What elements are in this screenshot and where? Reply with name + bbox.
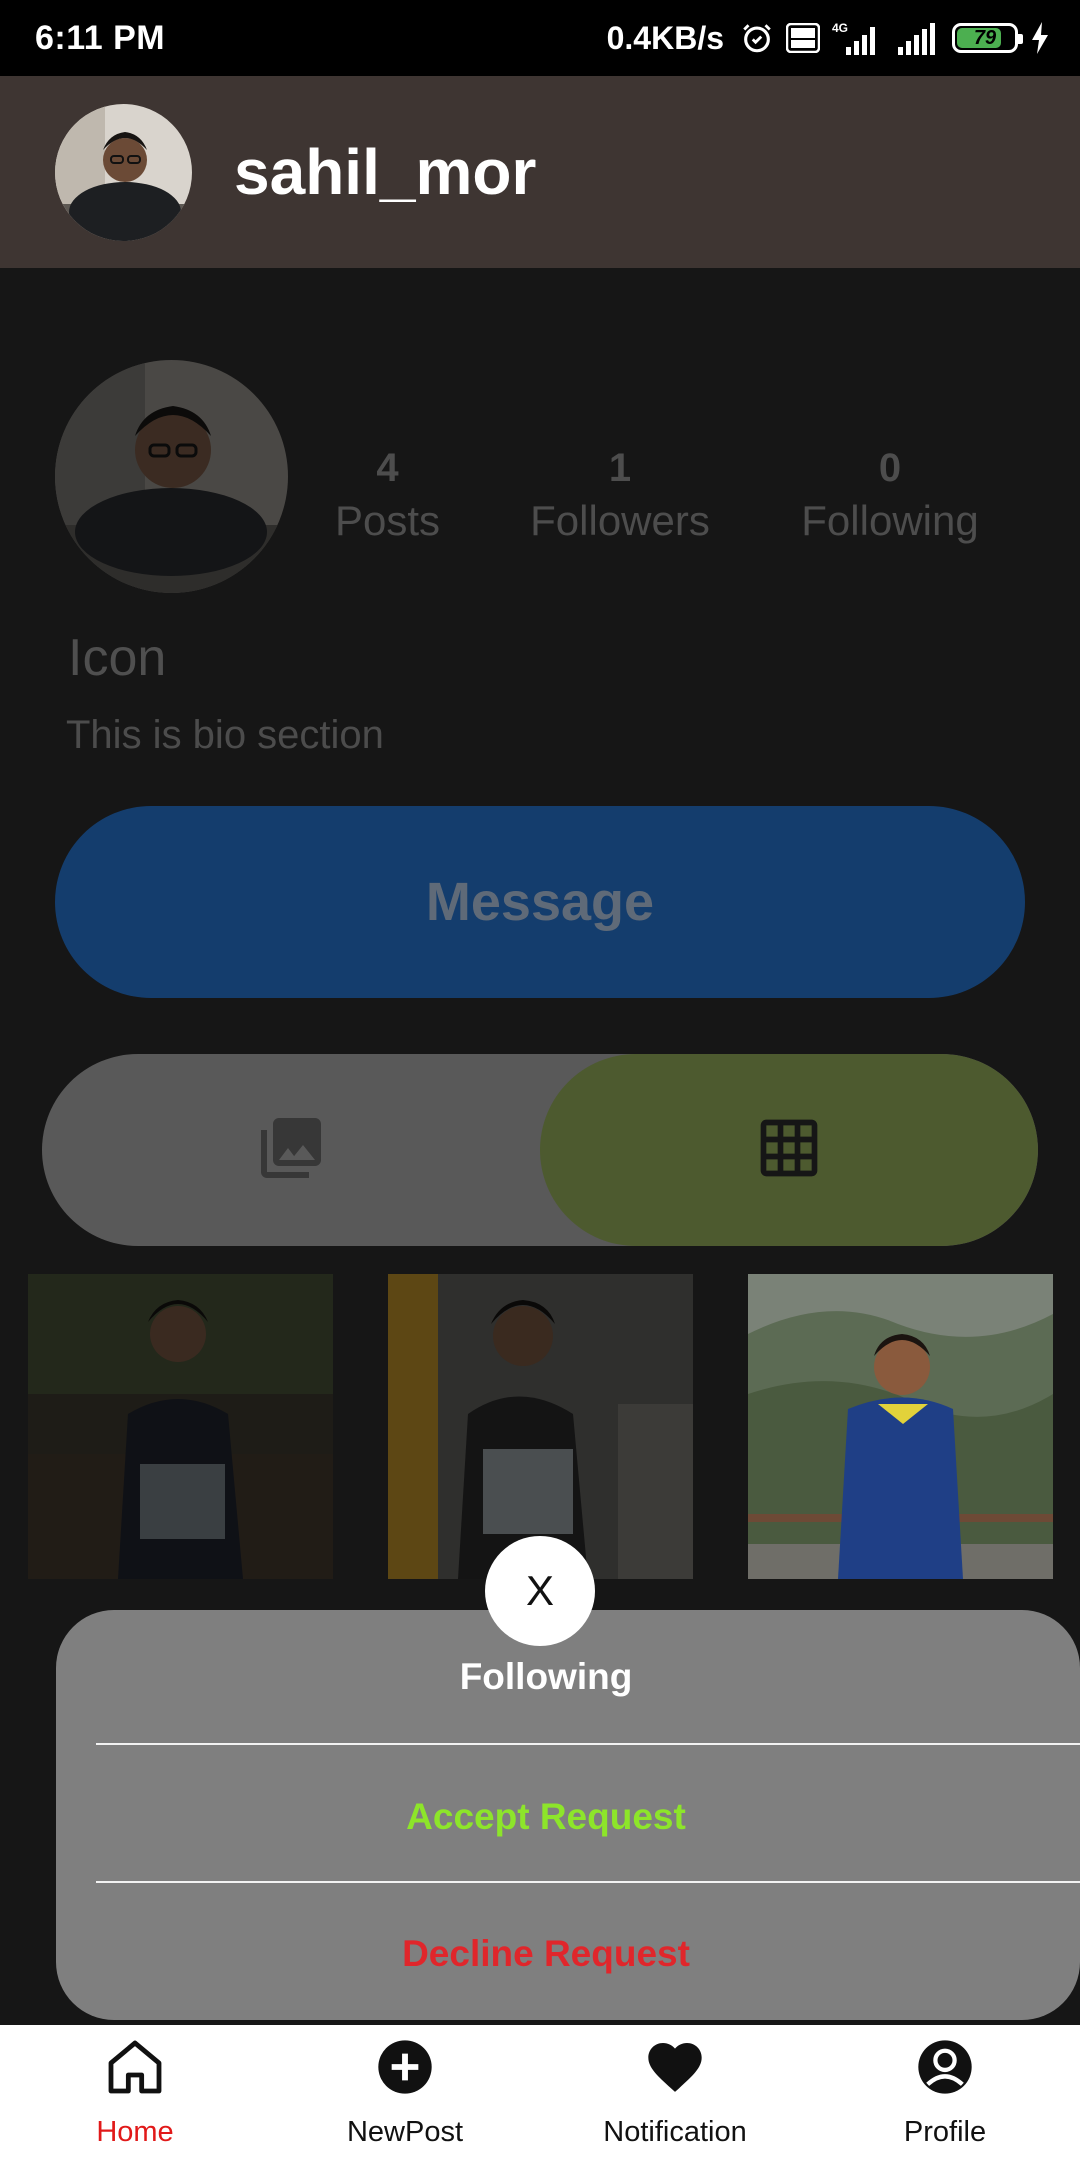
sheet-title: Following	[459, 1656, 633, 1697]
status-icons: 0.4KB/s 4G 79	[607, 20, 1050, 57]
post-thumbnail[interactable]	[388, 1274, 693, 1579]
nav-notification[interactable]: Notification	[540, 2025, 810, 2160]
post-thumbnail[interactable]	[748, 1274, 1053, 1579]
signal-4g-icon: 4G	[832, 21, 884, 55]
battery-icon: 79	[952, 23, 1023, 53]
nav-newpost-label: NewPost	[346, 2116, 464, 2148]
battery-level: 79	[973, 26, 997, 49]
nav-newpost[interactable]: NewPost	[270, 2025, 540, 2160]
add-circle-icon	[373, 2035, 437, 2104]
post-thumbnail[interactable]	[28, 1274, 333, 1579]
posts-stat[interactable]: 4 Posts	[325, 446, 450, 545]
nav-profile-label: Profile	[903, 2116, 987, 2148]
status-bar: 6:11 PM 0.4KB/s 4G 79	[0, 0, 1080, 76]
nav-profile[interactable]: Profile	[810, 2025, 1080, 2160]
header-username: sahil_mor	[234, 136, 537, 208]
message-button[interactable]: Message	[55, 806, 1025, 998]
decline-request-button[interactable]: Decline Request	[56, 1933, 1036, 1975]
view-toggle	[42, 1054, 1038, 1246]
network-speed: 0.4KB/s	[606, 19, 724, 56]
header-avatar[interactable]	[55, 103, 192, 241]
grid-icon	[755, 1114, 823, 1187]
nav-home[interactable]: Home	[0, 2025, 270, 2160]
follow-request-sheet: Following Accept Request Decline Request	[56, 1610, 1080, 2020]
posts-label: Posts	[334, 497, 441, 544]
nav-home-label: Home	[96, 2116, 174, 2148]
grid-view-tab[interactable]	[540, 1054, 1038, 1246]
bottom-navigation: Home NewPost Notification Profile	[0, 2025, 1080, 2160]
followers-count: 1	[608, 446, 632, 490]
close-sheet-button[interactable]: X	[485, 1536, 595, 1646]
sheet-divider	[96, 1881, 1080, 1883]
status-time: 6:11 PM	[35, 18, 166, 57]
account-circle-icon	[913, 2035, 977, 2104]
heart-icon	[643, 2035, 707, 2104]
followers-stat[interactable]: 1 Followers	[525, 446, 715, 545]
signal-icon	[896, 21, 940, 55]
display-name: Icon	[68, 629, 167, 687]
app-header: sahil_mor	[0, 76, 1080, 268]
following-label: Following	[801, 497, 979, 544]
volte-icon	[786, 23, 820, 53]
photo-library-icon	[255, 1112, 327, 1189]
following-stat[interactable]: 0 Following	[795, 446, 985, 545]
profile-avatar[interactable]	[55, 360, 288, 593]
followers-label: Followers	[530, 497, 710, 544]
posts-count: 4	[376, 446, 399, 490]
photos-view-tab[interactable]	[42, 1054, 540, 1246]
home-icon	[103, 2035, 167, 2104]
svg-text:4G: 4G	[832, 21, 848, 35]
nav-notification-label: Notification	[603, 2116, 747, 2148]
sheet-divider	[96, 1743, 1080, 1745]
bio-text: This is bio section	[66, 713, 384, 757]
charging-icon	[1030, 22, 1050, 54]
accept-request-button[interactable]: Accept Request	[56, 1796, 1036, 1838]
alarm-icon	[740, 21, 774, 55]
following-count: 0	[878, 446, 902, 490]
